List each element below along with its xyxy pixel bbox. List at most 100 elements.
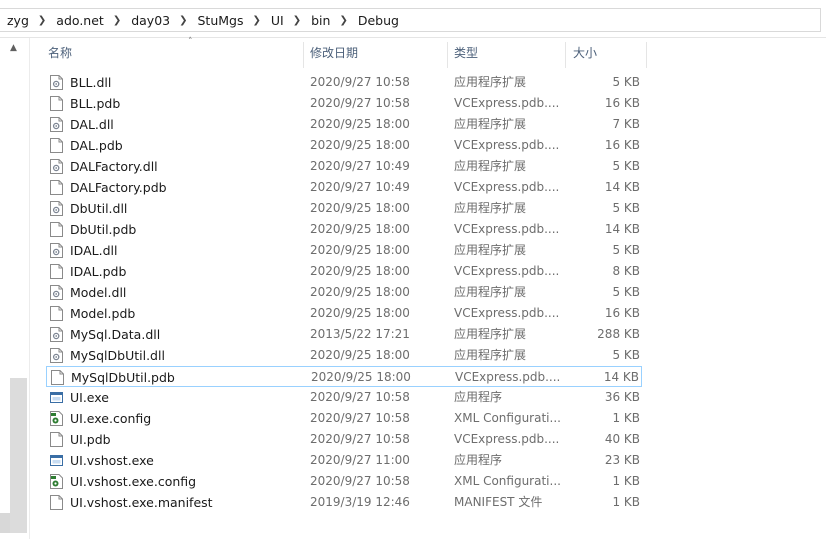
file-row[interactable]: Model.dll 2020/9/25 18:00 应用程序扩展 5 KB [46,282,642,303]
file-icon [51,370,64,385]
file-row[interactable]: DALFactory.dll 2020/9/27 10:49 应用程序扩展 5 KB [46,156,642,177]
file-size: 5 KB [612,285,640,299]
breadcrumb-item[interactable]: day03 [128,13,173,28]
file-type: 应用程序扩展 [454,201,527,215]
file-row[interactable]: Model.pdb 2020/9/25 18:00 VCExpress.pdb...… [46,303,642,324]
column-header-date-label: 修改日期 [310,46,359,60]
file-row[interactable]: UI.vshost.exe.config 2020/9/27 10:58 XML C… [46,471,642,492]
column-header-row: ˄ 名称 修改日期 类型 大小 [30,37,826,68]
file-size: 1 KB [612,474,640,488]
file-type: XML Configurati... [454,411,561,425]
chevron-right-icon[interactable]: ❯ [247,15,268,26]
column-header-date[interactable]: 修改日期 [310,38,448,68]
file-row[interactable]: IDAL.pdb 2020/9/25 18:00 VCExpress.pdb....… [46,261,642,282]
file-row[interactable]: BLL.dll 2020/9/27 10:58 应用程序扩展 5 KB [46,72,642,93]
file-size: 36 KB [604,390,640,404]
column-header-type[interactable]: 类型 [454,38,564,68]
file-size: 23 KB [604,453,640,467]
config-icon [50,411,63,426]
file-type: 应用程序 [454,390,503,404]
breadcrumb-item[interactable]: bin [308,13,333,28]
column-header-size[interactable]: 大小 [573,38,645,68]
dll-icon [50,348,63,363]
dll-icon [50,117,63,132]
nav-scrollbar-thumb[interactable] [10,378,27,533]
file-icon [50,432,63,447]
file-size: 14 KB [604,180,640,194]
file-type: VCExpress.pdb.... [454,96,560,110]
chevron-right-icon[interactable]: ❯ [173,15,194,26]
breadcrumb-item[interactable]: zyg [4,13,32,28]
sort-ascending-icon: ˄ [188,37,193,47]
file-row[interactable]: UI.pdb 2020/9/27 10:58 VCExpress.pdb.... 40… [46,429,642,450]
column-divider[interactable] [565,42,566,68]
file-icon [50,222,63,237]
file-date: 2020/9/25 18:00 [310,222,410,236]
file-type: 应用程序扩展 [454,75,527,89]
file-row[interactable]: DAL.dll 2020/9/25 18:00 应用程序扩展 7 KB [46,114,642,135]
breadcrumb-item[interactable]: UI [268,13,287,28]
dll-icon [50,243,63,258]
column-header-name[interactable]: ˄ 名称 [48,37,303,68]
breadcrumb[interactable]: zyg ❯ ado.net ❯ day03 ❯ StuMgs ❯ UI ❯ bi… [0,8,821,32]
file-date: 2020/9/25 18:00 [310,348,410,362]
file-size: 5 KB [612,348,640,362]
file-row[interactable]: DbUtil.pdb 2020/9/25 18:00 VCExpress.pdb..… [46,219,642,240]
file-date: 2020/9/25 18:00 [310,285,410,299]
file-type: VCExpress.pdb.... [454,306,560,320]
file-row[interactable]: IDAL.dll 2020/9/25 18:00 应用程序扩展 5 KB [46,240,642,261]
file-type: VCExpress.pdb.... [454,432,560,446]
file-type: XML Configurati... [454,474,561,488]
file-row[interactable]: DbUtil.dll 2020/9/25 18:00 应用程序扩展 5 KB [46,198,642,219]
file-size: 14 KB [604,222,640,236]
file-icon [50,495,63,510]
file-size: 14 KB [603,370,639,384]
breadcrumb-item[interactable]: Debug [355,13,402,28]
file-name: BLL.pdb [70,96,121,111]
chevron-right-icon[interactable]: ❯ [107,15,128,26]
column-divider[interactable] [646,42,647,68]
file-row[interactable]: DAL.pdb 2020/9/25 18:00 VCExpress.pdb.... 1… [46,135,642,156]
file-type: VCExpress.pdb.... [454,180,560,194]
file-row[interactable]: MySql.Data.dll 2013/5/22 17:21 应用程序扩展 288 K… [46,324,642,345]
chevron-right-icon[interactable]: ❯ [287,15,308,26]
chevron-right-icon[interactable]: ❯ [32,15,53,26]
file-type: 应用程序扩展 [454,327,527,341]
file-size: 1 KB [612,411,640,425]
file-row[interactable]: MySqlDbUtil.dll 2020/9/25 18:00 应用程序扩展 5 KB [46,345,642,366]
file-row[interactable]: UI.exe.config 2020/9/27 10:58 XML Configur… [46,408,642,429]
file-row[interactable]: UI.exe 2020/9/27 10:58 应用程序 36 KB [46,387,642,408]
file-type: 应用程序扩展 [454,159,527,173]
file-row[interactable]: MySqlDbUtil.pdb 2020/9/25 18:00 VCExpress.… [46,366,642,387]
file-name: UI.exe.config [70,411,152,426]
file-name: DbUtil.pdb [70,222,137,237]
file-size: 288 KB [597,327,640,341]
file-name: UI.vshost.exe.config [70,474,197,489]
file-name: IDAL.pdb [70,264,127,279]
breadcrumb-item[interactable]: ado.net [53,13,107,28]
file-size: 5 KB [612,159,640,173]
column-divider[interactable] [447,42,448,68]
breadcrumb-item[interactable]: StuMgs [195,13,247,28]
file-row[interactable]: DALFactory.pdb 2020/9/27 10:49 VCExpress.p… [46,177,642,198]
column-divider[interactable] [303,42,304,68]
file-date: 2020/9/25 18:00 [310,117,410,131]
file-row[interactable]: BLL.pdb 2020/9/27 10:58 VCExpress.pdb.... 1… [46,93,642,114]
file-date: 2020/9/25 18:00 [310,306,410,320]
file-date: 2020/9/25 18:00 [310,201,410,215]
scroll-up-icon[interactable]: ▲ [10,43,17,53]
file-date: 2020/9/25 18:00 [310,264,410,278]
column-header-type-label: 类型 [454,46,479,60]
file-row[interactable]: UI.vshost.exe 2020/9/27 11:00 应用程序 23 KB [46,450,642,471]
file-row[interactable]: UI.vshost.exe.manifest 2019/3/19 12:46 MAN… [46,492,642,513]
chevron-right-icon[interactable]: ❯ [333,15,354,26]
file-date: 2020/9/27 10:58 [310,474,410,488]
exe-icon [50,390,63,405]
file-size: 5 KB [612,201,640,215]
file-icon [50,138,63,153]
file-type: 应用程序 [454,453,503,467]
dll-icon [50,75,63,90]
file-size: 16 KB [604,96,640,110]
file-icon [50,180,63,195]
file-name: DAL.dll [70,117,114,132]
